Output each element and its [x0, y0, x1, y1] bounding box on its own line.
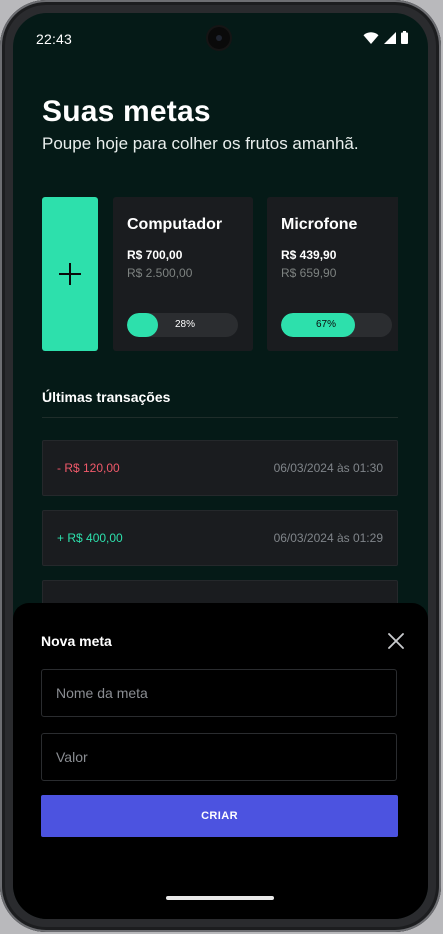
goal-saved-amount: R$ 700,00 — [127, 248, 183, 262]
app-screen: 22:43 Suas metas Poupe hoje para colher … — [13, 13, 428, 919]
battery-icon — [401, 31, 408, 44]
goal-card-computador[interactable]: Computador R$ 700,00 R$ 2.500,00 28% — [113, 197, 253, 351]
sheet-title: Nova meta — [41, 633, 112, 649]
goal-target-amount: R$ 2.500,00 — [127, 266, 193, 280]
status-time: 22:43 — [36, 31, 73, 47]
create-button[interactable]: CRIAR — [41, 795, 398, 837]
wifi-icon — [363, 31, 379, 44]
transactions-heading: Últimas transações — [42, 389, 171, 405]
transaction-row[interactable]: + R$ 400,00 06/03/2024 às 01:29 — [42, 510, 398, 566]
transaction-amount: + R$ 400,00 — [57, 531, 123, 545]
goal-progress-bar: 28% — [127, 313, 238, 337]
goal-target-amount: R$ 659,90 — [281, 266, 337, 280]
plus-icon — [59, 263, 81, 285]
close-button[interactable] — [384, 629, 408, 653]
goal-name: Computador — [127, 216, 223, 233]
phone-frame: 22:43 Suas metas Poupe hoje para colher … — [0, 0, 441, 932]
goal-progress-label: 28% — [175, 319, 196, 330]
page-title: Suas metas — [42, 95, 211, 128]
close-icon — [388, 633, 404, 649]
transaction-date: 06/03/2024 às 01:30 — [273, 461, 383, 475]
transaction-date: 06/03/2024 às 01:29 — [273, 531, 383, 545]
goal-name: Microfone — [281, 216, 358, 233]
status-bar: 22:43 — [13, 13, 428, 65]
transaction-amount: - R$ 120,00 — [57, 461, 120, 475]
goal-progress-bar: 67% — [281, 313, 392, 337]
goal-value-field[interactable] — [41, 733, 397, 781]
divider — [42, 417, 398, 418]
transaction-row[interactable]: - R$ 120,00 06/03/2024 às 01:30 — [42, 440, 398, 496]
status-icons — [363, 31, 408, 44]
goals-carousel[interactable]: Computador R$ 700,00 R$ 2.500,00 28% Mic… — [42, 197, 398, 351]
add-goal-button[interactable] — [42, 197, 98, 351]
front-camera — [208, 27, 230, 49]
goal-saved-amount: R$ 439,90 — [281, 248, 337, 262]
goal-progress-label: 67% — [316, 319, 337, 330]
home-indicator[interactable] — [166, 896, 274, 900]
goal-card-microfone[interactable]: Microfone R$ 439,90 R$ 659,90 67% — [267, 197, 398, 351]
goal-progress-fill — [127, 313, 159, 337]
page-subtitle: Poupe hoje para colher os frutos amanhã. — [42, 134, 359, 153]
new-goal-sheet: Nova meta CRIAR — [13, 603, 428, 919]
signal-icon — [384, 31, 396, 44]
goal-name-field[interactable] — [41, 669, 397, 717]
